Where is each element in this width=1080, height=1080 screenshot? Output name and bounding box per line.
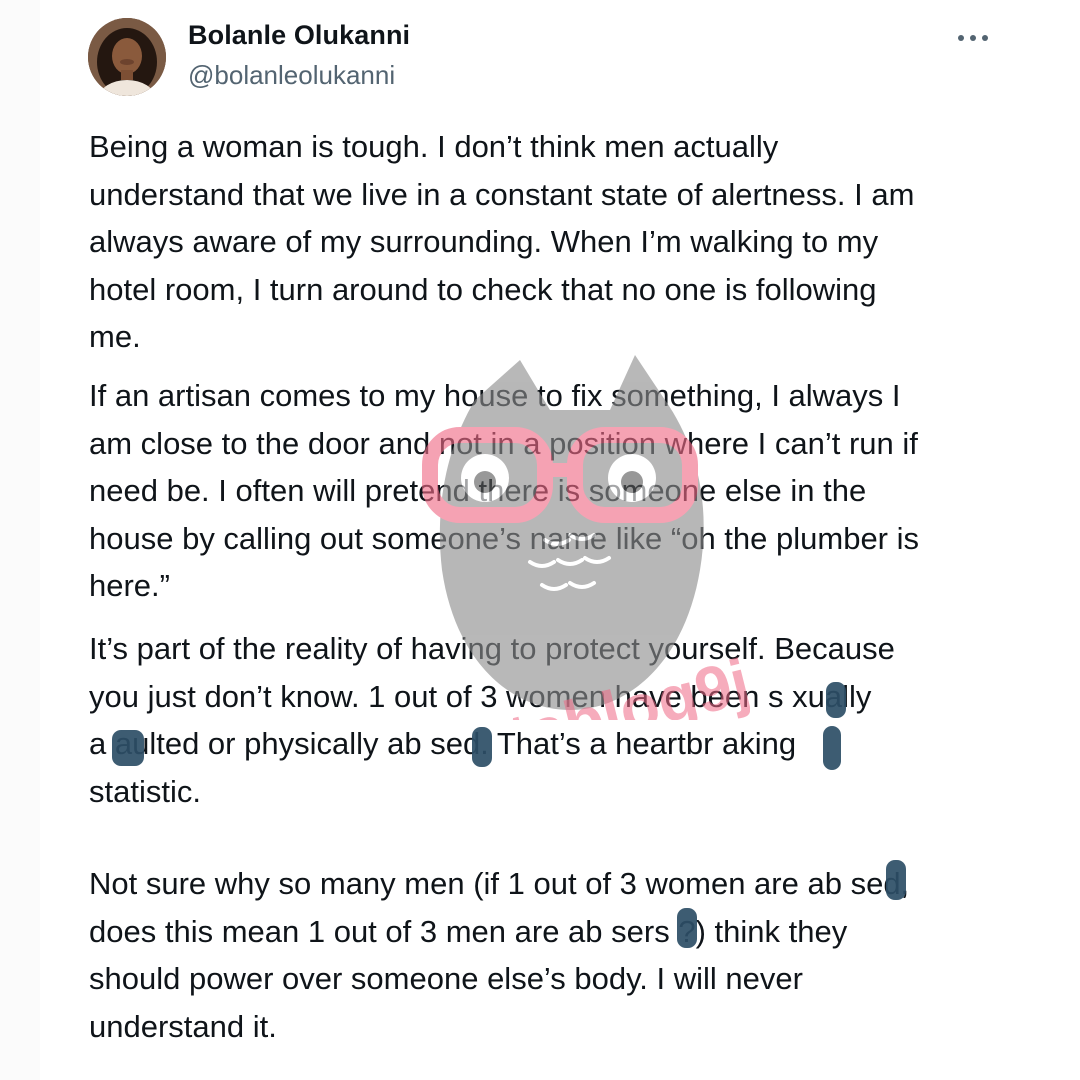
author-display-name[interactable]: Bolanle Olukanni [188, 20, 410, 51]
dot [970, 35, 976, 41]
redaction-mark [677, 908, 697, 948]
redaction-mark [826, 682, 846, 718]
redaction-mark [823, 726, 841, 770]
tweet-paragraph-4: Not sure why so many men (if 1 out of 3 … [89, 866, 910, 1044]
avatar[interactable] [88, 18, 166, 96]
redaction-mark [112, 730, 144, 766]
dot [958, 35, 964, 41]
author-handle[interactable]: @bolanleolukanni [188, 60, 395, 91]
tweet-paragraph-1: Being a woman is tough. I don’t think me… [89, 129, 915, 354]
screenshot-frame: Bolanle Olukanni @bolanleolukanni Being … [0, 0, 1080, 1080]
tweet-paragraph-2: If an artisan comes to my house to fix s… [89, 378, 920, 603]
more-horizontal-icon[interactable] [958, 26, 988, 50]
tweet-paragraph-3: It’s part of the reality of having to pr… [89, 631, 895, 809]
redaction-mark [886, 860, 906, 900]
redaction-mark [472, 727, 492, 767]
avatar-image [88, 18, 166, 96]
dot [982, 35, 988, 41]
tweet-card: Bolanle Olukanni @bolanleolukanni Being … [40, 0, 1080, 1080]
